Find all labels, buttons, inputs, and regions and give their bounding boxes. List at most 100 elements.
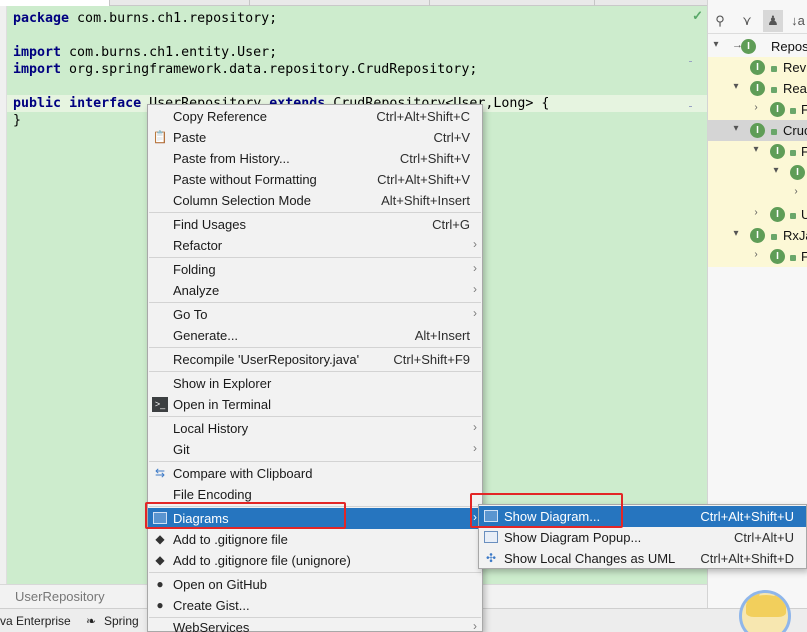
menu-item-shortcut: Ctrl+Shift+F9 xyxy=(393,352,470,367)
marker-dash xyxy=(689,61,692,62)
menu-item-label: Column Selection Mode xyxy=(173,193,312,208)
tree-node[interactable]: ▾ I RxJa xyxy=(708,225,807,246)
github-icon: ● xyxy=(156,577,164,591)
breadcrumb-filename[interactable]: UserRepository xyxy=(15,589,105,604)
interface-icon: I xyxy=(770,207,785,222)
menu-item-folding[interactable]: Folding › xyxy=(148,259,482,280)
menu-item-paste-from-history[interactable]: Paste from History... Ctrl+Shift+V xyxy=(148,148,482,169)
menu-item-add-to-gitignore-unignore[interactable]: ◆ Add to .gitignore file (unignore) xyxy=(148,550,482,571)
visibility-icon xyxy=(790,255,796,261)
keyword: interface xyxy=(69,96,142,111)
chevron-right-icon[interactable]: › xyxy=(750,207,762,218)
menu-item-compare-with-clipboard[interactable]: ⇆ Compare with Clipboard xyxy=(148,463,482,484)
tree-node[interactable]: › I U xyxy=(708,204,807,225)
menu-item-label: WebServices xyxy=(173,620,250,632)
menu-item-shortcut: Ctrl+Alt+Shift+D xyxy=(700,551,794,566)
gitignore-icon: ◆ xyxy=(155,532,165,546)
menu-item-label: Add to .gitignore file (unignore) xyxy=(173,553,351,568)
keyword: import xyxy=(13,62,62,77)
interface-icon: I xyxy=(770,102,785,117)
tree-node[interactable]: › I F xyxy=(708,246,807,267)
tree-node[interactable]: › I F xyxy=(708,99,807,120)
marker-dash xyxy=(689,106,692,107)
chevron-down-icon[interactable]: ▾ xyxy=(750,144,762,155)
code-line-close: } xyxy=(13,112,21,129)
visibility-icon xyxy=(771,234,777,240)
visibility-icon xyxy=(790,150,796,156)
menu-item-label: Find Usages xyxy=(173,217,246,232)
tree-node-label: Repos xyxy=(771,39,807,54)
menu-item-show-diagram-popup[interactable]: Show Diagram Popup... Ctrl+Alt+U xyxy=(479,527,806,548)
menu-item-find-usages[interactable]: Find Usages Ctrl+G xyxy=(148,214,482,235)
menu-item-generate[interactable]: Generate... Alt+Insert xyxy=(148,325,482,346)
person-icon[interactable]: ♟ xyxy=(763,10,783,32)
spring-icon[interactable]: ❧ xyxy=(86,614,96,628)
keyword: public xyxy=(13,96,62,111)
tree-node[interactable]: ▾ I xyxy=(708,162,807,183)
chevron-right-icon[interactable]: › xyxy=(750,249,762,260)
chevron-down-icon[interactable]: ▾ xyxy=(730,123,742,134)
menu-item-open-on-github[interactable]: ● Open on GitHub xyxy=(148,574,482,595)
chevron-right-icon[interactable]: › xyxy=(750,102,762,113)
visibility-icon xyxy=(771,87,777,93)
submenu-arrow-icon: › xyxy=(473,441,477,455)
menu-item-git[interactable]: Git › xyxy=(148,439,482,460)
chevron-down-icon[interactable]: ▾ xyxy=(710,39,722,50)
tree-node[interactable]: I Revi xyxy=(708,57,807,78)
tree-node[interactable]: ▾ I F xyxy=(708,141,807,162)
menu-separator xyxy=(149,347,481,348)
menu-item-open-in-terminal[interactable]: >_ Open in Terminal xyxy=(148,394,482,415)
menu-item-column-selection-mode[interactable]: Column Selection Mode Alt+Shift+Insert xyxy=(148,190,482,211)
menu-item-paste[interactable]: 📋 Paste Ctrl+V xyxy=(148,127,482,148)
chevron-down-icon[interactable]: ▾ xyxy=(770,165,782,176)
menu-item-label: File Encoding xyxy=(173,487,252,502)
menu-item-webservices[interactable]: WebServices › xyxy=(148,617,482,632)
keyword: import xyxy=(13,45,62,60)
chevron-right-icon[interactable]: › xyxy=(790,186,802,197)
menu-item-analyze[interactable]: Analyze › xyxy=(148,280,482,301)
code-line-import: import com.burns.ch1.entity.User; xyxy=(13,44,277,61)
visibility-icon xyxy=(790,108,796,114)
tree-node-selected[interactable]: ▾ I Cruc xyxy=(708,120,807,141)
tree-node[interactable]: ▾ I Reac xyxy=(708,78,807,99)
menu-item-shortcut: Ctrl+Shift+V xyxy=(399,151,470,166)
chevron-down-icon[interactable]: ▾ xyxy=(730,81,742,92)
tree-node-label: F xyxy=(801,102,807,117)
editor-context-menu: Copy Reference Ctrl+Alt+Shift+C 📋 Paste Ctr… xyxy=(147,104,483,632)
assistant-avatar[interactable] xyxy=(739,590,791,632)
tree-node[interactable]: ▾ → I Repos xyxy=(708,36,807,57)
menu-item-go-to[interactable]: Go To › xyxy=(148,304,482,325)
import-path: org.springframework.data.repository.Crud… xyxy=(61,62,478,77)
menu-separator xyxy=(149,257,481,258)
submenu-arrow-icon: › xyxy=(473,306,477,320)
tree-node-label: F xyxy=(801,144,807,159)
merge-icon[interactable]: ⋎ xyxy=(737,10,757,32)
interface-icon: I xyxy=(750,81,765,96)
menu-separator xyxy=(149,572,481,573)
menu-item-local-history[interactable]: Local History › xyxy=(148,418,482,439)
menu-separator xyxy=(149,302,481,303)
tool-window-java-enterprise[interactable]: va Enterprise xyxy=(0,614,71,628)
menu-item-label: Show in Explorer xyxy=(173,376,272,391)
menu-item-label: Recompile 'UserRepository.java' xyxy=(173,352,360,367)
uml-changes-icon: ✣ xyxy=(485,551,497,565)
menu-item-recompile[interactable]: Recompile 'UserRepository.java' Ctrl+Shif… xyxy=(148,349,482,370)
menu-item-copy-reference[interactable]: Copy Reference Ctrl+Alt+Shift+C xyxy=(148,106,482,127)
interface-icon: I xyxy=(770,144,785,159)
menu-item-add-to-gitignore[interactable]: ◆ Add to .gitignore file xyxy=(148,529,482,550)
menu-item-show-in-explorer[interactable]: Show in Explorer xyxy=(148,373,482,394)
menu-item-refactor[interactable]: Refactor › xyxy=(148,235,482,256)
editor-gutter xyxy=(0,6,7,584)
menu-item-paste-without-formatting[interactable]: Paste without Formatting Ctrl+Alt+Shift+V xyxy=(148,169,482,190)
menu-item-label: Generate... xyxy=(173,328,239,343)
menu-item-show-local-changes-uml[interactable]: ✣ Show Local Changes as UML Ctrl+Alt+Shift… xyxy=(479,548,806,569)
chevron-down-icon[interactable]: ▾ xyxy=(730,228,742,239)
tree-node[interactable]: › xyxy=(708,183,807,204)
visibility-icon xyxy=(771,129,777,135)
hierarchy-icon[interactable]: ⚲ xyxy=(710,10,730,32)
tool-window-spring[interactable]: Spring xyxy=(104,614,139,628)
menu-separator xyxy=(149,371,481,372)
menu-item-label: Create Gist... xyxy=(173,598,250,613)
sort-alpha-icon[interactable]: ↓a xyxy=(788,10,807,32)
menu-item-create-gist[interactable]: ● Create Gist... xyxy=(148,595,482,616)
